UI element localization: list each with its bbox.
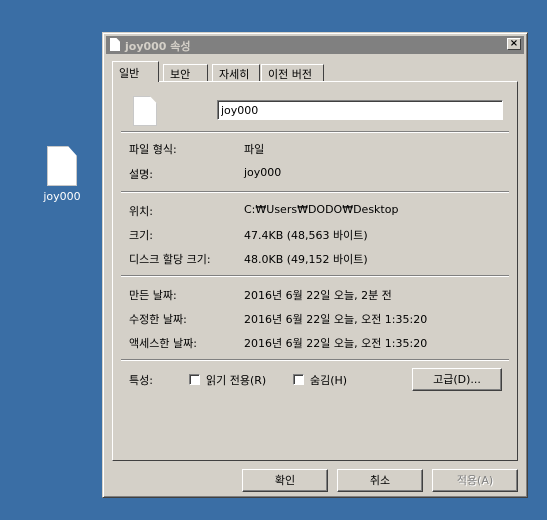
size-value: 47.4KB (48,563 바이트)	[244, 229, 368, 242]
ok-button[interactable]: 확인	[242, 469, 328, 492]
cancel-button[interactable]: 취소	[337, 469, 423, 492]
tab-previous-versions[interactable]: 이전 버전	[261, 64, 324, 81]
created-label: 만든 날짜:	[129, 289, 177, 302]
size-label: 크기:	[129, 229, 153, 242]
divider	[121, 275, 509, 277]
hidden-checkbox[interactable]	[293, 374, 304, 385]
description-value: joy000	[244, 166, 282, 179]
window-title: joy000 속성	[125, 40, 191, 53]
description-label: 설명:	[129, 168, 153, 181]
desktop-file-label: joy000	[43, 190, 81, 203]
hidden-label[interactable]: 숨김(H)	[310, 372, 347, 388]
tab-details[interactable]: 자세히	[212, 64, 260, 81]
location-label: 위치:	[129, 205, 153, 218]
file-type-value: 파일	[244, 143, 265, 156]
file-icon	[133, 96, 157, 126]
readonly-checkbox[interactable]	[189, 374, 200, 385]
properties-window: joy000 속성 × 일반 보안 자세히 이전 버전 파일 형식: 파일 설명…	[102, 32, 528, 498]
divider	[121, 191, 509, 193]
tab-security[interactable]: 보안	[163, 64, 208, 81]
title-bar[interactable]: joy000 속성 ×	[106, 36, 524, 54]
size-on-disk-value: 48.0KB (49,152 바이트)	[244, 253, 368, 266]
file-name-input[interactable]	[217, 100, 503, 120]
apply-button[interactable]: 적용(A)	[432, 469, 518, 492]
divider	[121, 359, 509, 361]
tab-general[interactable]: 일반	[112, 61, 159, 82]
divider	[121, 131, 509, 133]
close-button[interactable]: ×	[507, 38, 521, 50]
accessed-value: 2016년 6월 22일 오늘, 오전 1:35:20	[244, 337, 428, 350]
file-icon	[110, 38, 120, 51]
location-value: C:₩Users₩DODO₩Desktop	[244, 203, 399, 216]
general-panel: 파일 형식: 파일 설명: joy000 위치: C:₩Users₩DODO₩D…	[112, 81, 518, 461]
created-value: 2016년 6월 22일 오늘, 2분 전	[244, 289, 392, 302]
desktop-file-icon[interactable]: joy000	[36, 146, 88, 203]
modified-value: 2016년 6월 22일 오늘, 오전 1:35:20	[244, 313, 428, 326]
readonly-label[interactable]: 읽기 전용(R)	[206, 372, 266, 388]
size-on-disk-label: 디스크 할당 크기:	[129, 253, 211, 266]
attributes-label: 특성:	[129, 374, 153, 387]
advanced-button[interactable]: 고급(D)...	[412, 368, 502, 391]
accessed-label: 액세스한 날짜:	[129, 337, 197, 350]
modified-label: 수정한 날짜:	[129, 313, 187, 326]
file-icon	[47, 146, 77, 186]
file-type-label: 파일 형식:	[129, 143, 177, 156]
